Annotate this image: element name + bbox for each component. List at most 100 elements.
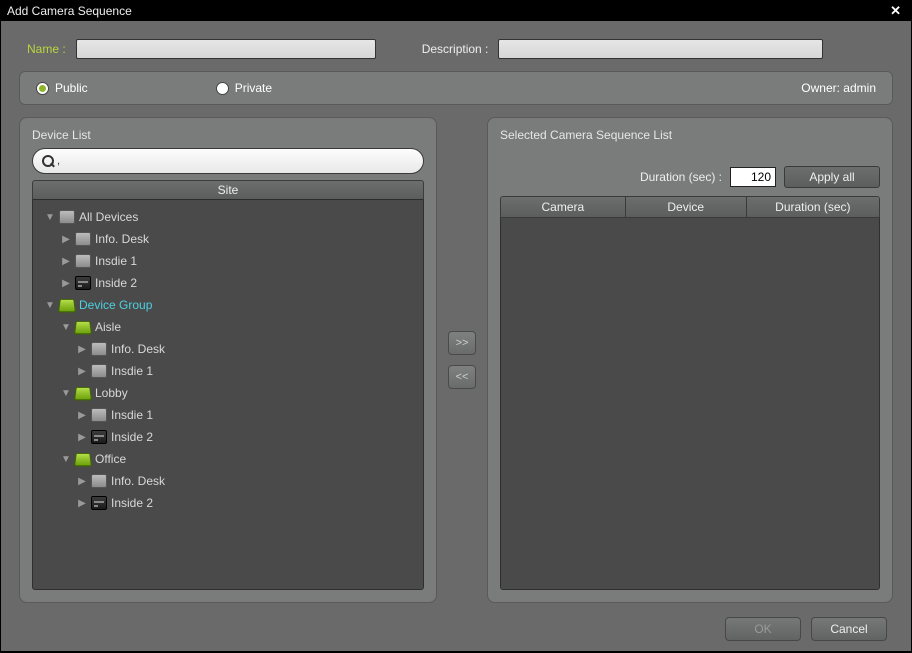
dialog-body: Name : Description : Public Private Owne… [1,21,911,651]
titlebar[interactable]: Add Camera Sequence ✕ [1,1,911,21]
tree-node[interactable]: Aisle [37,316,419,338]
tree-node-label: Inside 2 [111,430,153,444]
duration-label: Duration (sec) : [640,170,722,184]
duration-row: Duration (sec) : Apply all [500,166,880,188]
selected-list-title: Selected Camera Sequence List [500,128,880,142]
col-camera[interactable]: Camera [501,197,626,217]
tree-node[interactable]: Office [37,448,419,470]
search-icon [41,154,55,168]
dvr-icon [91,430,107,444]
col-duration[interactable]: Duration (sec) [747,197,879,217]
tree-node-label: Insdie 1 [111,364,153,378]
chevron-right-icon[interactable] [61,278,71,289]
green-icon [74,321,92,334]
box-icon [91,364,107,378]
ok-button[interactable]: OK [725,617,801,641]
description-input[interactable] [498,39,823,59]
chevron-right-icon[interactable] [77,476,87,487]
chevron-right-icon[interactable] [77,366,87,377]
dialog-footer: OK Cancel [13,611,899,641]
chevron-right-icon[interactable] [61,256,71,267]
tree-node-label: All Devices [79,210,138,224]
tree-node[interactable]: Insdie 1 [37,250,419,272]
tree-node-label: Aisle [95,320,121,334]
tree-node[interactable]: Lobby [37,382,419,404]
add-button[interactable]: >> [448,331,476,355]
green-icon [74,453,92,466]
tree-node[interactable]: Inside 2 [37,272,419,294]
tree-node[interactable]: Inside 2 [37,426,419,448]
green-icon [74,387,92,400]
col-device[interactable]: Device [626,197,747,217]
window-title: Add Camera Sequence [7,4,886,18]
tree-node-label: Insdie 1 [111,408,153,422]
radio-dot-icon [216,82,229,95]
search-input[interactable] [66,151,415,171]
name-label: Name : [27,42,66,56]
tree-node-label: Office [95,452,126,466]
name-input[interactable] [76,39,376,59]
chevron-down-icon[interactable] [45,212,55,223]
site-column-header[interactable]: Site [32,180,424,200]
chevron-down-icon[interactable] [61,388,71,399]
radio-public-label: Public [55,81,88,95]
box-icon [59,210,75,224]
chevron-right-icon[interactable] [77,344,87,355]
chevron-down-icon[interactable] [61,454,71,465]
tree-node-label: Inside 2 [95,276,137,290]
tree-node-label: Inside 2 [111,496,153,510]
apply-all-button[interactable]: Apply all [784,166,880,188]
dvr-icon [91,496,107,510]
search-box[interactable]: , [32,148,424,174]
tree-node-label: Device Group [79,298,152,312]
green-icon [58,299,76,312]
tree-node-label: Info. Desk [111,342,165,356]
dvr-icon [75,276,91,290]
box-icon [75,232,91,246]
selected-grid-body[interactable] [500,218,880,590]
description-label: Description : [422,42,489,56]
duration-input[interactable] [730,167,776,187]
chevron-right-icon[interactable] [61,234,71,245]
tree-node[interactable]: Insdie 1 [37,404,419,426]
dialog-add-camera-sequence: Add Camera Sequence ✕ Name : Description… [1,1,911,651]
tree-node[interactable]: Device Group [37,294,419,316]
device-list-title: Device List [32,128,424,142]
chevron-down-icon[interactable] [61,322,71,333]
tree-node-label: Lobby [95,386,128,400]
search-comma-icon: , [57,155,60,167]
tree-node-label: Insdie 1 [95,254,137,268]
radio-private-label: Private [235,81,272,95]
visibility-bar: Public Private Owner: admin [19,71,893,105]
box-icon [75,254,91,268]
box-icon [91,408,107,422]
chevron-right-icon[interactable] [77,498,87,509]
main-area: Device List , Site All Devices Info. Desk… [19,117,893,603]
tree-node-label: Info. Desk [111,474,165,488]
cancel-button[interactable]: Cancel [811,617,887,641]
row-name-description: Name : Description : [13,39,899,59]
remove-button[interactable]: << [448,365,476,389]
transfer-buttons: >> << [445,117,479,603]
radio-public[interactable]: Public [36,81,88,95]
tree-node[interactable]: Info. Desk [37,470,419,492]
tree-node[interactable]: All Devices [37,206,419,228]
radio-private[interactable]: Private [216,81,272,95]
selected-grid-header: Camera Device Duration (sec) [500,196,880,218]
owner-label: Owner: admin [801,81,876,95]
tree-node[interactable]: Inside 2 [37,492,419,514]
radio-dot-icon [36,82,49,95]
tree-node-label: Info. Desk [95,232,149,246]
tree-node[interactable]: Info. Desk [37,228,419,250]
device-tree[interactable]: All Devices Info. Desk Insdie 1 Inside 2 Dev… [32,200,424,590]
chevron-right-icon[interactable] [77,432,87,443]
panel-device-list: Device List , Site All Devices Info. Desk… [19,117,437,603]
tree-node[interactable]: Insdie 1 [37,360,419,382]
close-icon[interactable]: ✕ [886,3,905,19]
box-icon [91,474,107,488]
box-icon [91,342,107,356]
tree-node[interactable]: Info. Desk [37,338,419,360]
panel-selected-list: Selected Camera Sequence List Duration (… [487,117,893,603]
chevron-down-icon[interactable] [45,300,55,311]
chevron-right-icon[interactable] [77,410,87,421]
